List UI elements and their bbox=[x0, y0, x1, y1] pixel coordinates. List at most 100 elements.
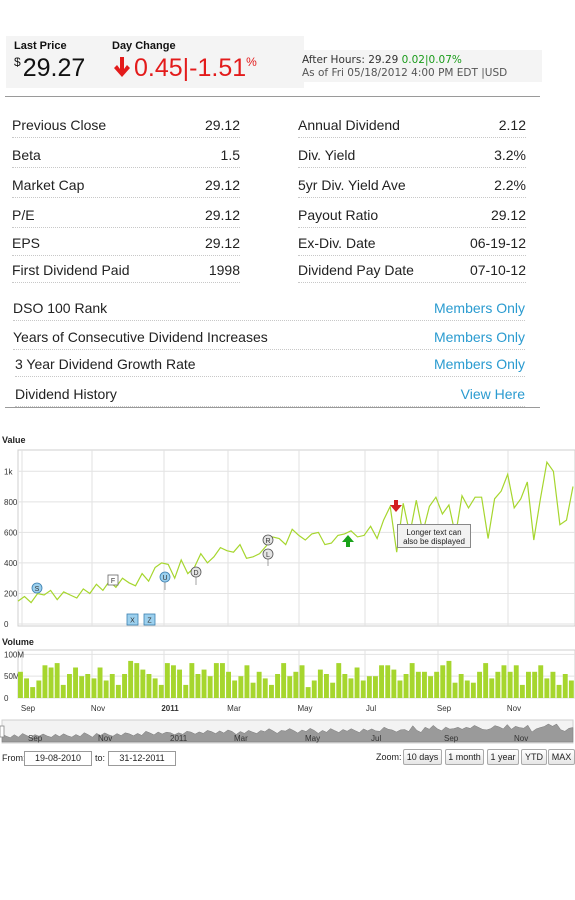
volume-bar bbox=[115, 684, 121, 698]
volume-bar bbox=[342, 674, 348, 698]
volume-bar bbox=[79, 676, 85, 698]
volume-bar bbox=[544, 678, 550, 698]
day-change: 0.45|-1.51% bbox=[112, 54, 257, 83]
x-tick-label: Nov bbox=[91, 704, 105, 713]
volume-bar bbox=[171, 665, 176, 698]
stat-row: EPS 29.12 bbox=[12, 231, 240, 256]
stat-row: P/E 29.12 bbox=[12, 203, 240, 228]
stat-row: Previous Close 29.12 bbox=[12, 113, 240, 138]
navigator-tick-label: Jul bbox=[371, 734, 381, 743]
zoom-1-month-button[interactable]: 1 month bbox=[445, 749, 484, 765]
y-tick-label: 400 bbox=[4, 559, 18, 568]
volume-bar bbox=[281, 663, 287, 698]
zoom-1-year-button[interactable]: 1 year bbox=[487, 749, 519, 765]
volume-bar bbox=[403, 674, 409, 698]
volume-bar bbox=[232, 680, 238, 698]
volume-bar bbox=[446, 660, 452, 698]
to-date-input[interactable]: 31-12-2011 bbox=[108, 751, 176, 766]
y-tick-label: 600 bbox=[4, 528, 18, 537]
flag-f[interactable]: F bbox=[107, 574, 119, 586]
flag-s[interactable]: S bbox=[31, 582, 43, 594]
volume-bar bbox=[452, 682, 458, 698]
volume-bar bbox=[324, 674, 329, 698]
x-tick-label: Sep bbox=[21, 704, 36, 713]
volume-bar bbox=[360, 680, 366, 698]
volume-bar bbox=[158, 684, 164, 698]
after-hours-box: After Hours: 29.29 0.02|0.07% As of Fri … bbox=[296, 50, 542, 82]
volume-bar bbox=[164, 663, 170, 698]
flag-r[interactable]: R bbox=[262, 534, 274, 546]
volume-bar bbox=[269, 684, 274, 698]
stat-row: Dividend Pay Date 07-10-12 bbox=[298, 258, 526, 283]
volume-bar bbox=[207, 676, 213, 698]
volume-bar bbox=[336, 663, 342, 698]
volume-bar bbox=[354, 667, 360, 698]
stock-chart[interactable]: 0 200 400 600 800 1k 0 50M 100M Sep Nov 2011 Mar Ma… bbox=[0, 440, 575, 750]
members-only-link[interactable]: Members Only bbox=[434, 300, 525, 316]
volume-bar bbox=[48, 667, 54, 698]
volume-bar bbox=[483, 663, 489, 698]
volume-bar bbox=[477, 671, 482, 698]
as-of-line: As of Fri 05/18/2012 4:00 PM EDT |USD bbox=[302, 67, 508, 79]
svg-text:X: X bbox=[130, 618, 135, 625]
volume-bar bbox=[60, 684, 66, 698]
stat-row: First Dividend Paid 1998 bbox=[12, 258, 240, 283]
stat-row: Annual Dividend 2.12 bbox=[298, 113, 526, 138]
volume-bar bbox=[128, 660, 134, 698]
volume-bar bbox=[385, 665, 391, 698]
value-plot-area bbox=[17, 449, 575, 627]
volume-bar bbox=[470, 682, 476, 698]
from-label: From: bbox=[2, 753, 26, 763]
y-tick-label: 0 bbox=[4, 620, 9, 629]
stat-row-wide: 3 Year Dividend Growth Rate Members Only bbox=[15, 352, 525, 377]
y-tick-label: 800 bbox=[4, 498, 18, 507]
volume-bar bbox=[122, 674, 127, 698]
volume-bar bbox=[464, 680, 470, 698]
volume-bar bbox=[415, 671, 421, 698]
volume-bar bbox=[73, 667, 78, 698]
svg-text:S: S bbox=[35, 586, 40, 593]
volume-bar bbox=[189, 663, 195, 698]
zoom-10-days-button[interactable]: 10 days bbox=[403, 749, 442, 765]
volume-bar bbox=[287, 676, 293, 698]
x-tick-label: May bbox=[297, 704, 312, 713]
view-here-link[interactable]: View Here bbox=[461, 386, 525, 402]
navigator-tick-label: 2011 bbox=[170, 734, 188, 743]
volume-bar bbox=[103, 680, 109, 698]
x-tick-label: Sep bbox=[437, 704, 452, 713]
volume-bar bbox=[275, 674, 280, 698]
stat-row-wide: Dividend History View Here bbox=[15, 382, 525, 407]
volume-bar bbox=[556, 684, 562, 698]
volume-bar bbox=[262, 678, 268, 698]
volume-bar bbox=[256, 671, 262, 698]
volume-bar bbox=[250, 682, 256, 698]
svg-text:U: U bbox=[162, 575, 167, 582]
volume-bar bbox=[330, 682, 336, 698]
flag-z[interactable]: Z bbox=[143, 613, 156, 626]
svg-text:L: L bbox=[266, 552, 270, 559]
volume-y-tick-label: 50M bbox=[4, 672, 20, 681]
volume-y-tick-label: 0 bbox=[4, 694, 9, 703]
navigator-tick-label: Sep bbox=[28, 734, 43, 743]
after-hours-line: After Hours: 29.29 0.02|0.07% bbox=[302, 54, 462, 66]
volume-y-tick-label: 100M bbox=[4, 650, 24, 659]
volume-bar bbox=[501, 665, 507, 698]
flag-x[interactable]: X bbox=[126, 613, 139, 626]
stats-panel: Previous Close 29.12 Beta 1.5 Market Cap 29… bbox=[5, 96, 540, 408]
zoom-ytd-button[interactable]: YTD bbox=[521, 749, 547, 765]
volume-bar bbox=[440, 665, 446, 698]
navigator-handle-left[interactable] bbox=[0, 725, 5, 738]
members-only-link[interactable]: Members Only bbox=[434, 329, 525, 345]
stat-row: Ex-Div. Date 06-19-12 bbox=[298, 231, 526, 256]
volume-bar bbox=[85, 674, 91, 698]
volume-bar bbox=[568, 680, 574, 698]
last-price-label: Last Price bbox=[14, 40, 67, 52]
stat-row: Market Cap 29.12 bbox=[12, 173, 240, 198]
zoom-max-button[interactable]: MAX bbox=[548, 749, 575, 765]
members-only-link[interactable]: Members Only bbox=[434, 356, 525, 372]
stat-row-wide: DSO 100 Rank Members Only bbox=[13, 296, 525, 321]
volume-bar bbox=[562, 674, 568, 698]
from-date-input[interactable]: 19-08-2010 bbox=[24, 751, 92, 766]
x-tick-label: 2011 bbox=[161, 704, 179, 713]
volume-bar bbox=[226, 671, 231, 698]
